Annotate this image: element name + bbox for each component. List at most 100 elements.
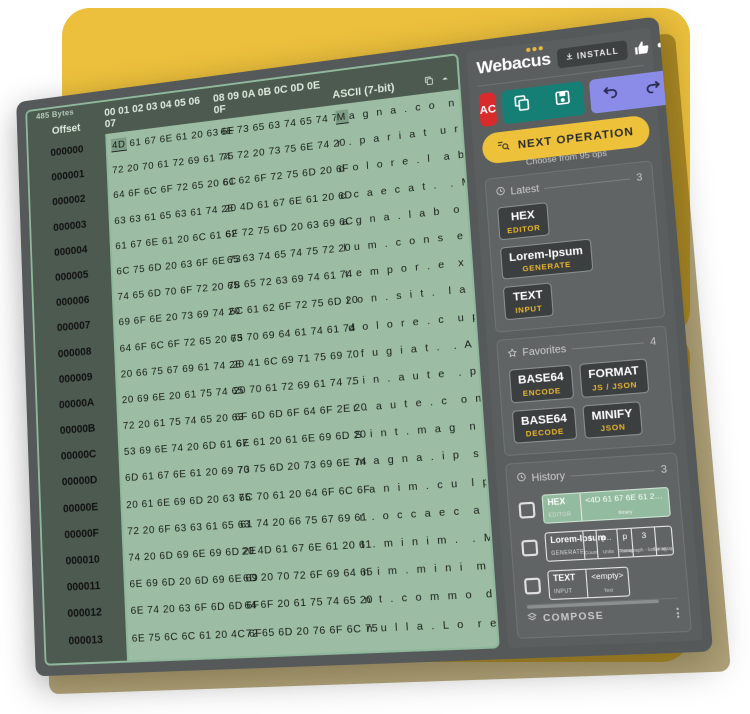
history-arg-label: Count xyxy=(584,549,598,556)
chip-subtitle: JSON xyxy=(600,422,626,434)
history-divider xyxy=(570,469,656,477)
history-operation-arg[interactable]: paragraphs Units xyxy=(595,529,619,559)
latest-card: Latest 3 HEX EDITOR Lorem-Ipsum GENERATE TEX… xyxy=(484,160,666,333)
undo-icon[interactable] xyxy=(601,82,621,107)
chip-subtitle: INPUT xyxy=(514,303,543,316)
brand-text: Webacus xyxy=(475,49,552,78)
history-arg-label: Paragraph xyxy=(652,545,675,553)
favorites-divider xyxy=(571,342,645,350)
history-op-title: TEXT xyxy=(552,572,576,584)
more-options-icon[interactable] xyxy=(676,607,680,618)
history-item[interactable]: Lorem-Ipsum GENERATE 1 Count paragraphs Units… xyxy=(521,525,675,564)
star-icon xyxy=(507,348,517,361)
history-arg-value: plain xyxy=(622,532,628,542)
hex-header-icons xyxy=(424,73,450,88)
hex-row-bytes[interactable]: 72 65 6D 20 76 6F 6C 75 xyxy=(241,615,379,648)
selected-byte[interactable]: 4D xyxy=(110,137,127,153)
offset-cell: 000014 xyxy=(46,652,128,664)
history-item-checkbox[interactable] xyxy=(521,539,539,557)
history-operation-arg[interactable]: Paragraph xyxy=(652,526,675,556)
favorites-count: 4 xyxy=(649,336,657,349)
history-card: History 3 HEX EDITOR <4D 61 67 6E 61 20 63… xyxy=(504,452,693,639)
history-operation-block[interactable]: TEXT INPUT <empty> Text xyxy=(547,566,631,601)
history-arg-value: 1 xyxy=(588,534,593,544)
offset-cell: 000013 xyxy=(68,633,104,648)
history-op-title: HEX xyxy=(547,496,566,508)
history-operation-arg[interactable]: 3 Paragraph - lorem te... xyxy=(620,527,670,557)
history-operation-block[interactable]: Lorem-Ipsum GENERATE 1 Count paragraphs Units… xyxy=(544,525,675,563)
download-icon xyxy=(565,52,573,62)
chip-subtitle: DECODE xyxy=(525,426,565,439)
latest-chip-hex[interactable]: HEX EDITOR xyxy=(497,202,550,241)
history-operation-name: HEX EDITOR xyxy=(543,494,582,523)
history-op-subtitle: INPUT xyxy=(553,588,573,596)
hex-row-bytes[interactable]: 6E 75 6C 6C 61 20 4C 6F xyxy=(127,620,263,652)
history-operation-block[interactable]: HEX EDITOR <4D 61 67 6E 61 20 63 6F 6E 7..… xyxy=(541,487,671,525)
favorites-chip-row: BASE64 ENCODE FORMAT JS / JSON BASE64 DECODE M… xyxy=(508,357,664,444)
favorite-chip-format[interactable]: FORMAT JS / JSON xyxy=(578,358,650,398)
thumbs-up-icon[interactable] xyxy=(633,39,650,56)
hex-data-area[interactable]: 4D 61 67 6E 61 20 63 6F 72 20 70 61 72 69… xyxy=(105,89,498,664)
history-operation-arg[interactable]: <4D 61 67 6E 61 20 63 6F 6E 7... Binary xyxy=(579,488,670,521)
compose-label: COMPOSE xyxy=(542,609,605,625)
latest-count: 3 xyxy=(635,171,643,184)
history-arg-value: 3 xyxy=(641,531,647,541)
offset-cell: 000011 xyxy=(66,580,101,594)
history-item-checkbox[interactable] xyxy=(523,577,542,595)
latest-chip-lorem-ipsum[interactable]: Lorem-Ipsum GENERATE xyxy=(499,238,594,281)
history-arg-value: <empty> xyxy=(590,571,624,582)
latest-chip-text[interactable]: TEXT INPUT xyxy=(502,282,554,321)
ascii-row[interactable]: i d e n t . e i u s m o d . d u xyxy=(367,662,498,663)
favorites-title: Favorites xyxy=(522,344,567,360)
history-card-header: History 3 xyxy=(516,463,667,486)
clear-all-label: AC xyxy=(479,102,497,117)
clear-all-button[interactable]: AC xyxy=(478,91,498,128)
install-label: INSTALL xyxy=(576,45,620,61)
selected-ascii-char[interactable]: M xyxy=(335,109,350,125)
install-button[interactable]: INSTALL xyxy=(556,39,629,69)
history-item[interactable]: HEX EDITOR <4D 61 67 6E 61 20 63 6F 6E 7..… xyxy=(518,487,671,525)
history-title: History xyxy=(531,470,566,485)
history-arg-label: Text xyxy=(603,587,614,594)
redo-icon[interactable] xyxy=(643,77,663,102)
favorite-chip-base64[interactable]: BASE64 DECODE xyxy=(511,405,578,444)
history-op-title: Lorem-Ipsum xyxy=(549,532,606,546)
history-count: 3 xyxy=(660,463,668,476)
history-arg-label: Binary xyxy=(618,509,633,516)
history-item-checkbox[interactable] xyxy=(518,501,536,519)
copy-icon[interactable] xyxy=(424,75,434,88)
screenshot-stage: 485 Bytes Offset 00 01 02 03 04 05 06 07… xyxy=(0,0,750,714)
hex-table-body[interactable]: 000000 000001 000002 000003 000004 000005 0000… xyxy=(28,89,498,664)
chevron-up-icon[interactable] xyxy=(440,73,450,86)
history-arg-value: paragraphs xyxy=(601,533,614,543)
history-operation-name: Lorem-Ipsum GENERATE xyxy=(545,532,606,561)
undo-redo-button-group[interactable] xyxy=(588,69,676,114)
history-arg-value: <4D 61 67 6E 61 20 63 6F 6E 7... xyxy=(585,491,664,506)
history-clock-icon xyxy=(516,472,527,485)
copy-save-button-group[interactable] xyxy=(500,80,586,125)
app-window: 485 Bytes Offset 00 01 02 03 04 05 06 07… xyxy=(16,16,714,677)
copy-icon[interactable] xyxy=(513,94,531,117)
compose-icon xyxy=(526,612,538,627)
history-arg-label: Units xyxy=(602,548,615,555)
operations-list-icon xyxy=(497,138,512,156)
latest-divider xyxy=(544,177,631,189)
history-list: HEX EDITOR <4D 61 67 6E 61 20 63 6F 6E 7..… xyxy=(518,487,678,601)
favorite-chip-base64[interactable]: BASE64 ENCODE xyxy=(508,364,574,403)
history-op-subtitle: GENERATE xyxy=(551,549,585,558)
history-operation-name: TEXT INPUT xyxy=(548,570,587,599)
offset-cell: 000012 xyxy=(67,606,103,621)
favorites-card-header: Favorites 4 xyxy=(507,336,657,361)
clock-icon xyxy=(496,186,506,199)
latest-title: Latest xyxy=(510,182,540,198)
save-icon[interactable] xyxy=(554,88,573,112)
chip-title: MINIFY xyxy=(591,406,633,423)
app-window-wrapper: 485 Bytes Offset 00 01 02 03 04 05 06 07… xyxy=(16,16,714,677)
app-logo: Webacus xyxy=(475,46,552,79)
favorites-card: Favorites 4 BASE64 ENCODE FORMAT JS / JSON B… xyxy=(496,325,677,457)
history-item[interactable]: TEXT INPUT <empty> Text xyxy=(523,564,677,601)
hex-editor-panel[interactable]: 485 Bytes Offset 00 01 02 03 04 05 06 07… xyxy=(25,53,500,666)
favorite-chip-minify[interactable]: MINIFY JSON xyxy=(582,400,643,440)
history-operation-arg[interactable]: <empty> Text xyxy=(585,567,630,598)
latest-chip-row: HEX EDITOR Lorem-Ipsum GENERATE TEXT INPUT xyxy=(497,192,653,321)
